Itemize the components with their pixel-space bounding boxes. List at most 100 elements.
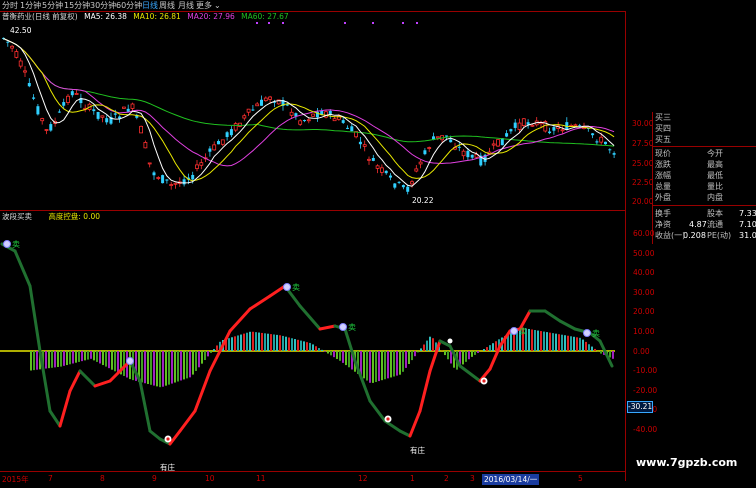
candle-body — [140, 126, 143, 133]
histogram-bar — [246, 333, 248, 351]
candle-body — [505, 133, 508, 136]
tab-1min[interactable]: 1分钟 — [20, 0, 41, 11]
histogram-bar — [294, 339, 296, 351]
tab-5min[interactable]: 5分钟 — [42, 0, 63, 11]
histogram-bar — [81, 351, 83, 361]
histogram-bar — [417, 351, 419, 352]
histogram-bar — [291, 338, 293, 351]
candle-body — [380, 168, 383, 173]
current-value-tag: -30.21 — [627, 401, 653, 413]
candle-body — [28, 83, 31, 86]
candle-body — [45, 130, 48, 131]
histogram-bar — [345, 351, 347, 365]
chevron-down-icon[interactable]: ⌄ — [214, 0, 221, 11]
tab-monthly[interactable]: 月线 — [178, 0, 194, 11]
low-price-marker: 20.22 — [412, 196, 433, 206]
candle-body — [230, 129, 233, 135]
indicator-tick: 10.00 — [633, 327, 654, 336]
sell-marker-icon — [284, 284, 291, 291]
tab-fenshi[interactable]: 分时 — [2, 0, 18, 11]
kline-chart[interactable]: 卖卖卖卖卖 — [0, 11, 625, 471]
candle-body — [67, 96, 70, 102]
candle-body — [148, 163, 151, 164]
histogram-bar — [372, 351, 374, 383]
candle-body — [458, 147, 461, 148]
histogram-bar — [546, 332, 548, 351]
quote-label: 现价 — [655, 148, 671, 159]
histogram-bar — [555, 334, 557, 351]
tab-more[interactable]: 更多 — [196, 0, 212, 11]
histogram-bar — [99, 351, 101, 363]
wave-segment — [30, 286, 40, 351]
histogram-bar — [330, 351, 332, 355]
histogram-bar — [594, 349, 596, 351]
sell-marker-icon — [511, 328, 518, 335]
histogram-bar — [462, 351, 464, 364]
histogram-bar — [204, 351, 206, 360]
histogram-bar — [534, 330, 536, 351]
tab-30min[interactable]: 30分钟 — [90, 0, 116, 11]
quote-row: 涨跌最高 — [655, 159, 756, 170]
histogram-bar — [147, 351, 149, 384]
wave-segment — [70, 371, 80, 391]
candle-body — [101, 116, 104, 117]
quote-label: 量比 — [707, 181, 723, 192]
sell-label: 卖 — [348, 323, 356, 332]
quote-row: 买五 — [655, 134, 756, 145]
histogram-bar — [183, 351, 185, 379]
tab-weekly[interactable]: 周线 — [159, 0, 175, 11]
histogram-bar — [486, 347, 488, 351]
histogram-bar — [540, 331, 542, 351]
quote-row: 现价今开 — [655, 148, 756, 159]
wave-segment — [300, 306, 320, 329]
histogram-bar — [111, 351, 113, 370]
candle-body — [342, 120, 345, 123]
quote-label: 换手 — [655, 208, 671, 219]
wave-segment — [170, 431, 180, 444]
quote-label: 净资 — [655, 219, 671, 230]
wave-segment — [560, 321, 575, 329]
buy-marker-dot — [482, 379, 485, 382]
histogram-bar — [90, 351, 92, 359]
sell-label: 卖 — [519, 327, 527, 336]
histogram-bar — [180, 351, 182, 380]
candle-body — [466, 151, 469, 157]
histogram-bar — [510, 333, 512, 351]
histogram-bar — [384, 351, 386, 379]
quote-label: PE(动) — [707, 230, 731, 241]
candle-group — [2, 37, 616, 194]
candle-body — [144, 142, 147, 147]
wave-segment — [370, 401, 385, 421]
candle-body — [574, 125, 577, 126]
histogram-bar — [72, 351, 74, 363]
histogram-bar — [159, 351, 161, 387]
histogram-bar — [414, 351, 416, 356]
candle-body — [307, 120, 310, 121]
candle-body — [514, 123, 517, 128]
histogram-bar — [588, 344, 590, 351]
histogram-bar — [573, 337, 575, 351]
time-label: 7 — [48, 474, 53, 483]
tab-daily[interactable]: 日线 — [142, 0, 158, 11]
histogram-bar — [66, 351, 68, 365]
histogram-bar — [468, 351, 470, 359]
histogram-bar — [366, 351, 368, 381]
candle-body — [71, 91, 74, 95]
quote-value: 7.33 — [739, 208, 756, 219]
histogram-bar — [483, 349, 485, 351]
candle-body — [492, 144, 495, 145]
histogram-bar — [321, 350, 323, 351]
candle-body — [411, 182, 414, 184]
tab-15min[interactable]: 15分钟 — [64, 0, 90, 11]
watermark: www.7gpzb.com — [636, 456, 737, 469]
histogram-bar — [210, 351, 212, 353]
tab-60min[interactable]: 60分钟 — [116, 0, 142, 11]
time-label: 2015年 — [2, 474, 29, 485]
candle-body — [415, 169, 418, 171]
price-tick: 25.00 — [632, 159, 653, 168]
candle-body — [114, 113, 117, 114]
candle-body — [19, 61, 22, 66]
wave-segment — [385, 421, 400, 431]
candle-body — [376, 166, 379, 169]
candle-body — [398, 182, 401, 183]
